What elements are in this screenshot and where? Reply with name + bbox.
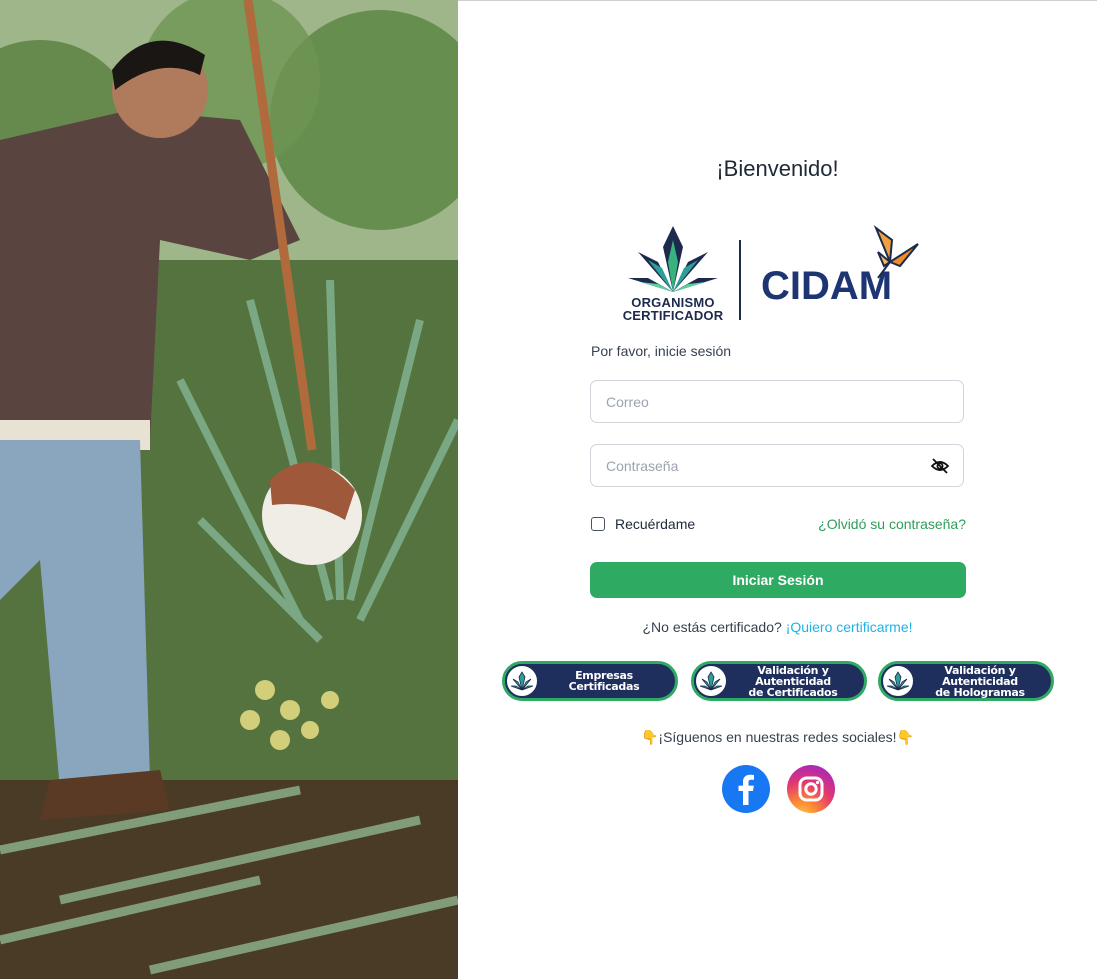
password-field[interactable]: [591, 445, 926, 486]
forgot-password-link[interactable]: ¿Olvidó su contraseña?: [818, 516, 966, 532]
organismo-logo: ORGANISMO CERTIFICADOR: [618, 222, 728, 326]
pill-label-line1: Validación y Autenticidad: [755, 663, 831, 688]
pill-label: Empresas Certificadas: [568, 669, 640, 693]
pill-label-line2: de Hologramas: [935, 685, 1025, 699]
org-line2: CERTIFICADOR: [622, 308, 724, 323]
hero-image: [0, 0, 458, 979]
facebook-icon[interactable]: [722, 765, 770, 813]
agave-badge-icon: [505, 664, 539, 698]
companies-certified-button[interactable]: Empresas Certificadas: [502, 661, 678, 701]
instagram-icon[interactable]: [787, 765, 835, 813]
pill-label-line2: de Certificados: [748, 685, 838, 699]
eye-slash-icon[interactable]: [930, 457, 950, 475]
social-text: ¡Síguenos en nuestras redes sociales!: [658, 729, 897, 745]
pill-label-line1: Validación y Autenticidad: [942, 663, 1018, 688]
remember-me: Recuérdame: [591, 516, 695, 532]
remember-label: Recuérdame: [615, 516, 696, 532]
butterfly-icon: [873, 225, 919, 279]
certificate-validation-button[interactable]: Validación y Autenticidad de Certificado…: [691, 661, 867, 701]
social-label: 👇¡Síguenos en nuestras redes sociales!👇: [458, 729, 1097, 746]
password-field-wrapper: [590, 444, 964, 487]
pointing-down-icon: 👇: [896, 729, 914, 745]
agave-logo-icon: [628, 226, 718, 292]
login-subtitle: Por favor, inicie sesión: [591, 343, 732, 359]
register-link[interactable]: ¡Quiero certificarme!: [786, 619, 913, 635]
login-panel: ¡Bienvenido! ORGANISMO CERTIFICADOR CIDA…: [458, 0, 1097, 979]
register-question: ¿No estás certificado?: [642, 619, 782, 635]
pointing-down-icon: 👇: [640, 729, 659, 745]
hologram-validation-button[interactable]: Validación y Autenticidad de Hologramas: [878, 661, 1054, 701]
register-prompt: ¿No estás certificado? ¡Quiero certifica…: [458, 619, 1097, 635]
agave-badge-icon: [881, 664, 915, 698]
login-button[interactable]: Iniciar Sesión: [590, 562, 966, 598]
agave-badge-icon: [694, 664, 728, 698]
welcome-heading: ¡Bienvenido!: [716, 156, 839, 181]
logo-divider: [739, 240, 741, 320]
email-field[interactable]: [591, 381, 926, 422]
remember-checkbox[interactable]: [591, 517, 605, 531]
logo-row: ORGANISMO CERTIFICADOR CIDAM: [618, 222, 938, 327]
email-field-wrapper: [590, 380, 964, 423]
